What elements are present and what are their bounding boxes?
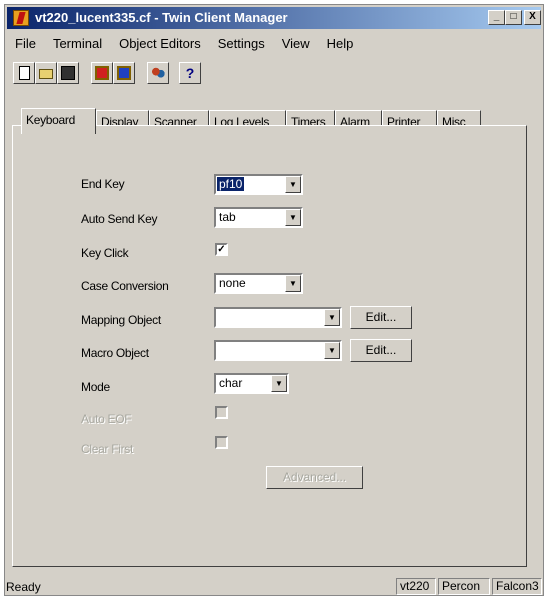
case-conversion-label: Case Conversion — [81, 279, 169, 293]
status-terminal: vt220 — [396, 578, 436, 595]
mode-value: char — [219, 376, 243, 390]
new-file-button[interactable] — [13, 62, 35, 84]
case-conversion-select[interactable]: none ▼ — [214, 273, 303, 294]
open-folder-icon — [39, 69, 53, 79]
mapping-object-label: Mapping Object — [81, 313, 161, 327]
new-file-icon — [19, 66, 30, 80]
key-click-label: Key Click — [81, 246, 129, 260]
clear-first-label: Clear First — [81, 442, 134, 456]
menu-settings[interactable]: Settings — [218, 36, 265, 51]
chevron-down-icon[interactable]: ▼ — [324, 342, 340, 359]
menu-terminal[interactable]: Terminal — [53, 36, 102, 51]
end-key-select[interactable]: pf10 ▼ — [214, 174, 303, 195]
menu-object-editors[interactable]: Object Editors — [119, 36, 201, 51]
advanced-button[interactable]: Advanced... — [266, 466, 363, 489]
minimize-button[interactable]: _ — [488, 10, 505, 25]
menu-help[interactable]: Help — [327, 36, 354, 51]
close-button[interactable]: X — [524, 10, 541, 25]
mode-label: Mode — [81, 380, 110, 394]
chevron-down-icon[interactable]: ▼ — [285, 176, 301, 193]
terminal-button-1[interactable] — [91, 62, 113, 84]
menu-bar: File Terminal Object Editors Settings View He… — [15, 36, 370, 54]
macro-edit-button[interactable]: Edit... — [350, 339, 412, 362]
toolbar: ? — [13, 62, 523, 88]
auto-send-key-label: Auto Send Key — [81, 212, 158, 226]
users-icon — [151, 66, 165, 80]
end-key-value: pf10 — [217, 177, 245, 191]
save-button[interactable] — [57, 62, 79, 84]
menu-view[interactable]: View — [282, 36, 310, 51]
tab-keyboard[interactable]: Keyboard — [21, 108, 96, 134]
chevron-down-icon[interactable]: ▼ — [271, 375, 287, 392]
auto-send-key-value: tab — [219, 210, 236, 224]
window-title: vt220_lucent335.cf - Twin Client Manager — [35, 10, 288, 25]
macro-object-label: Macro Object — [81, 346, 149, 360]
auto-eof-checkbox[interactable] — [215, 406, 228, 419]
status-falcon: Falcon3 — [492, 578, 542, 595]
save-icon — [61, 66, 75, 80]
chevron-down-icon[interactable]: ▼ — [324, 309, 340, 326]
clear-first-checkbox[interactable] — [215, 436, 228, 449]
mode-select[interactable]: char ▼ — [214, 373, 289, 394]
status-percon: Percon — [438, 578, 490, 595]
auto-send-key-select[interactable]: tab ▼ — [214, 207, 303, 228]
chevron-down-icon[interactable]: ▼ — [285, 275, 301, 292]
help-button[interactable]: ? — [179, 62, 201, 84]
status-bar: Ready vt220 Percon Falcon3 — [4, 578, 544, 596]
terminal-button-2[interactable] — [113, 62, 135, 84]
key-click-checkbox[interactable]: ✓ — [215, 243, 228, 256]
case-conversion-value: none — [219, 276, 246, 290]
status-text: Ready — [6, 580, 41, 594]
app-icon — [13, 10, 29, 26]
users-button[interactable] — [147, 62, 169, 84]
terminal-icon-2 — [117, 66, 131, 80]
auto-eof-label: Auto EOF — [81, 412, 132, 426]
chevron-down-icon[interactable]: ▼ — [285, 209, 301, 226]
macro-object-select[interactable]: ▼ — [214, 340, 342, 361]
terminal-icon-1 — [95, 66, 109, 80]
maximize-button[interactable]: □ — [505, 10, 522, 25]
open-button[interactable] — [35, 62, 57, 84]
help-icon: ? — [185, 65, 195, 81]
mapping-edit-button[interactable]: Edit... — [350, 306, 412, 329]
menu-file[interactable]: File — [15, 36, 36, 51]
mapping-object-select[interactable]: ▼ — [214, 307, 342, 328]
title-bar[interactable]: vt220_lucent335.cf - Twin Client Manager… — [7, 7, 541, 29]
end-key-label: End Key — [81, 177, 125, 191]
